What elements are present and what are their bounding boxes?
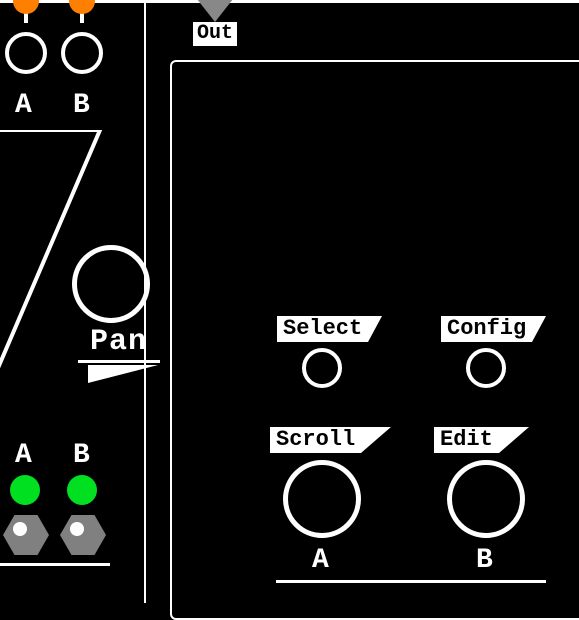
edit-knob[interactable] bbox=[447, 460, 525, 538]
scroll-label: Scroll bbox=[270, 427, 361, 453]
hex-nut-a bbox=[3, 515, 49, 555]
lower-left-rail bbox=[0, 563, 110, 566]
config-button[interactable] bbox=[466, 348, 506, 388]
led-green-a bbox=[10, 475, 40, 505]
bottom-rail bbox=[276, 580, 546, 583]
jack-a[interactable] bbox=[5, 32, 47, 74]
select-button[interactable] bbox=[302, 348, 342, 388]
led-orange-a bbox=[13, 0, 39, 14]
select-label: Select bbox=[277, 316, 368, 342]
left-panel-seam bbox=[144, 3, 146, 603]
pan-label: Pan bbox=[90, 325, 147, 359]
led-green-b bbox=[67, 475, 97, 505]
led-orange-b bbox=[69, 0, 95, 14]
hex-nut-b bbox=[60, 515, 106, 555]
edit-sublabel: B bbox=[476, 545, 494, 576]
jack-b-label: B bbox=[73, 90, 91, 121]
pan-knob[interactable] bbox=[72, 245, 150, 323]
scroll-knob[interactable] bbox=[283, 460, 361, 538]
lower-led-a-label: A bbox=[15, 440, 33, 471]
config-label: Config bbox=[441, 316, 532, 342]
pan-wedge-icon bbox=[88, 365, 158, 383]
out-arrow-icon bbox=[193, 0, 237, 22]
jack-b[interactable] bbox=[61, 32, 103, 74]
jack-a-label: A bbox=[15, 90, 33, 121]
out-label: Out bbox=[193, 22, 237, 46]
scroll-sublabel: A bbox=[312, 545, 330, 576]
pan-underline bbox=[78, 360, 160, 363]
lower-led-b-label: B bbox=[73, 440, 91, 471]
edit-label: Edit bbox=[434, 427, 499, 453]
